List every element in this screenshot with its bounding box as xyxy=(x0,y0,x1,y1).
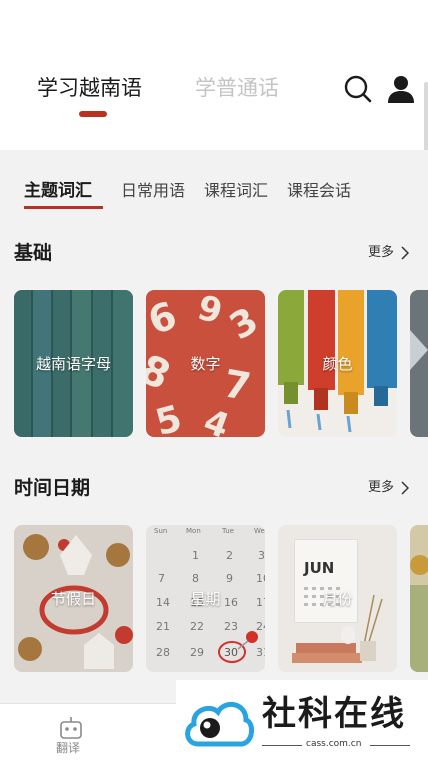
card-label: 月份 xyxy=(322,589,353,608)
watermark: 社科在线 cass.com.cn xyxy=(176,680,428,761)
watermark-line xyxy=(370,745,410,746)
card-label: 颜色 xyxy=(322,354,353,373)
tab-learn-mandarin[interactable]: 学普通话 xyxy=(195,74,279,102)
cloud-logo-icon xyxy=(185,702,254,747)
subtab-course-vocabulary[interactable]: 课程词汇 xyxy=(204,180,268,202)
more-link-basics[interactable]: 更多 xyxy=(368,243,394,263)
card-numbers[interactable]: 6 9 3 8 7 5 4 数字 xyxy=(146,290,265,437)
content-area: 主题词汇 日常用语 课程词汇 课程会话 基础 更多 越南语字母 6 9 3 8 … xyxy=(0,150,428,703)
subtab-theme-vocabulary[interactable]: 主题词汇 xyxy=(24,180,92,202)
watermark-domain: cass.com.cn xyxy=(306,739,362,749)
robot-icon[interactable] xyxy=(58,716,84,740)
search-icon[interactable] xyxy=(343,74,373,104)
user-icon[interactable] xyxy=(386,74,416,104)
watermark-line xyxy=(262,745,302,746)
card-label: 数字 xyxy=(190,354,221,373)
subtab-daily-phrases[interactable]: 日常用语 xyxy=(121,180,185,202)
card-label: 越南语字母 xyxy=(35,354,111,373)
more-link-time-date[interactable]: 更多 xyxy=(368,478,394,498)
card-alphabet[interactable]: 越南语字母 xyxy=(14,290,133,437)
card-label: 节假日 xyxy=(50,589,96,608)
nav-translate-label[interactable]: 翻译 xyxy=(56,740,80,756)
card-holidays[interactable]: 节假日 xyxy=(14,525,133,672)
card-colors[interactable]: 颜色 xyxy=(278,290,397,437)
card-weekdays[interactable]: Sun Mon Tue We 1 2 3 7 8 9 10 14 15 16 1… xyxy=(146,525,265,672)
card-image xyxy=(410,290,428,437)
active-tab-indicator xyxy=(79,111,107,117)
tab-learn-vietnamese[interactable]: 学习越南语 xyxy=(37,74,142,102)
section-title-time-date: 时间日期 xyxy=(14,477,91,499)
card-image xyxy=(410,525,428,672)
card-label: 星期 xyxy=(190,589,221,608)
subtab-course-dialogue[interactable]: 课程会话 xyxy=(287,180,351,202)
chevron-right-icon[interactable] xyxy=(401,481,409,495)
card-partial[interactable] xyxy=(410,290,428,437)
chevron-right-icon[interactable] xyxy=(401,246,409,260)
watermark-brand: 社科在线 xyxy=(262,694,406,734)
card-partial[interactable] xyxy=(410,525,428,672)
card-months[interactable]: JUN 月份 xyxy=(278,525,397,672)
top-header: 学习越南语 学普通话 xyxy=(0,0,428,172)
section-title-basics: 基础 xyxy=(14,242,53,264)
subtab-indicator xyxy=(24,206,103,209)
